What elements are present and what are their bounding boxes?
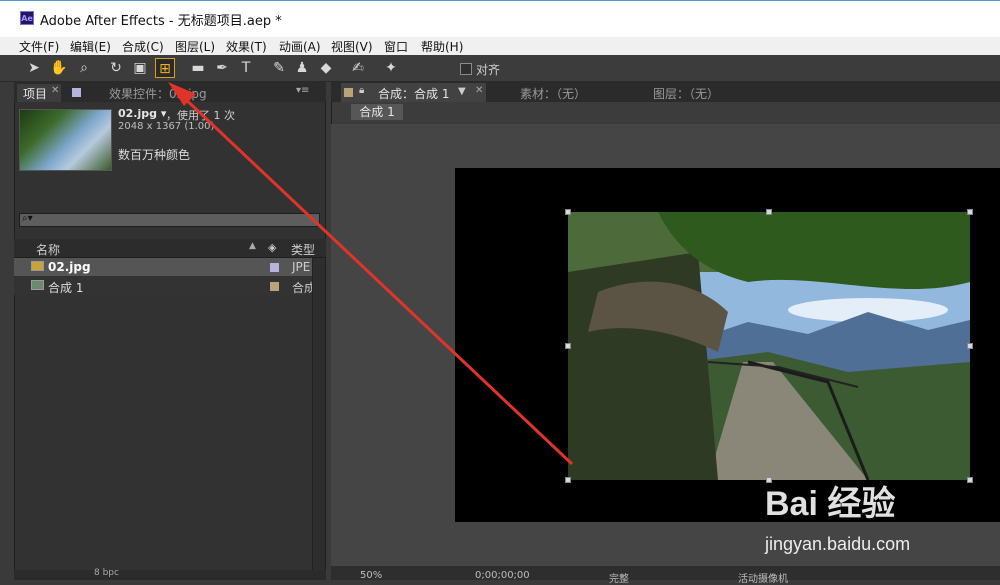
item-type: JPE: [292, 260, 311, 274]
rectangle-tool-icon[interactable]: ▬: [188, 58, 208, 78]
footage-file-icon: [31, 261, 44, 271]
label-color-swatch[interactable]: [270, 282, 279, 291]
search-icon[interactable]: ⌕▾: [22, 213, 33, 224]
label-tag-icon[interactable]: ◈: [268, 241, 276, 254]
bpc-label[interactable]: 8 bpc: [94, 568, 119, 578]
baidu-jingyan-watermark: Bai 经验: [765, 485, 896, 523]
pan-behind-tool-icon[interactable]: ⊞: [155, 58, 175, 78]
text-tool-icon[interactable]: T: [236, 58, 256, 78]
transform-handle[interactable]: [766, 209, 772, 215]
column-name-header[interactable]: 名称: [36, 241, 60, 258]
tab-footage-label[interactable]: 素材：（无）: [520, 85, 586, 102]
snap-label: 对齐: [476, 63, 501, 77]
menu-view[interactable]: 视图(V): [331, 38, 373, 55]
menu-bar: 文件(F) 编辑(E) 合成(C) 图层(L) 效果(T) 动画(A) 视图(V…: [0, 37, 1000, 55]
puppet-pin-tool-icon[interactable]: ✦: [381, 58, 401, 78]
zoom-tool-icon[interactable]: ⌕: [74, 58, 94, 78]
resolution-select[interactable]: 完整: [609, 570, 629, 585]
chevron-down-icon[interactable]: ▼: [458, 86, 466, 97]
menu-help[interactable]: 帮助(H): [421, 38, 463, 55]
eraser-tool-icon[interactable]: ◆: [316, 58, 336, 78]
brush-tool-icon[interactable]: ✎: [269, 58, 289, 78]
tab-layer-label[interactable]: 图层：（无）: [653, 85, 719, 102]
menu-animation[interactable]: 动画(A): [279, 38, 321, 55]
hand-tool-icon[interactable]: ✋: [49, 58, 69, 78]
comp-swatch-icon: [344, 88, 353, 97]
after-effects-logo-icon: Ae: [20, 11, 34, 25]
viewer-footer-bar: [331, 566, 1000, 580]
footage-name[interactable]: 02.jpg ▾: [118, 107, 166, 120]
item-name[interactable]: 合成 1: [48, 279, 83, 296]
menu-file[interactable]: 文件(F): [19, 38, 59, 55]
timecode-display[interactable]: 0;00;00;00: [475, 570, 530, 581]
composition-icon: [31, 280, 44, 290]
close-icon[interactable]: ✕: [51, 85, 59, 96]
tab-project-label[interactable]: 项目: [23, 85, 47, 102]
item-name[interactable]: 02.jpg: [48, 260, 91, 274]
panel-menu-icon[interactable]: ▾≡: [296, 85, 309, 96]
tab-composition-label[interactable]: 合成：合成 1: [378, 85, 449, 102]
transform-handle[interactable]: [967, 343, 973, 349]
menu-window[interactable]: 窗口: [384, 38, 408, 55]
project-search-input[interactable]: [19, 213, 320, 227]
rotation-tool-icon[interactable]: ↻: [106, 58, 126, 78]
footage-thumbnail: [19, 109, 112, 171]
lock-icon[interactable]: 🔒︎: [359, 85, 364, 96]
close-icon[interactable]: ✕: [475, 85, 483, 96]
project-scrollbar[interactable]: [312, 258, 325, 570]
footage-layer-image[interactable]: [568, 212, 970, 480]
project-footer: 8 bpc: [14, 568, 326, 580]
transform-handle[interactable]: [565, 343, 571, 349]
menu-edit[interactable]: 编辑(E): [70, 38, 111, 55]
camera-tool-icon[interactable]: ▣: [130, 58, 150, 78]
footage-color-depth: 数百万种颜色: [118, 148, 191, 162]
composition-navigator-tab[interactable]: 合成 1: [351, 104, 403, 120]
transform-handle[interactable]: [565, 477, 571, 483]
menu-composition[interactable]: 合成(C): [122, 38, 164, 55]
roto-brush-tool-icon[interactable]: ✍: [348, 58, 368, 78]
watermark-url: jingyan.baidu.com: [765, 534, 911, 554]
snap-checkbox[interactable]: [460, 63, 472, 75]
menu-layer[interactable]: 图层(L): [175, 38, 215, 55]
zoom-level-select[interactable]: 50%: [360, 570, 382, 581]
landscape-image: [568, 212, 970, 480]
project-list-header: [14, 239, 326, 258]
menu-effect[interactable]: 效果(T): [226, 38, 267, 55]
sort-ascending-icon[interactable]: ▲: [249, 241, 256, 251]
footage-dimensions: 2048 x 1367 (1.00): [118, 121, 215, 132]
transform-handle[interactable]: [967, 209, 973, 215]
selection-tool-icon[interactable]: ➤: [24, 58, 44, 78]
label-color-swatch[interactable]: [270, 263, 279, 272]
transform-handle[interactable]: [967, 477, 973, 483]
window-title: Adobe After Effects - 无标题项目.aep *: [40, 14, 282, 29]
pen-tool-icon[interactable]: ✒: [212, 58, 232, 78]
tab-effect-controls-label[interactable]: 效果控件：02.jpg: [109, 85, 207, 102]
column-type-header[interactable]: 类型: [291, 241, 315, 258]
camera-view-select[interactable]: 活动摄像机: [738, 570, 788, 585]
clone-stamp-tool-icon[interactable]: ♟: [292, 58, 312, 78]
effects-swatch-icon: [72, 88, 81, 97]
transform-handle[interactable]: [565, 209, 571, 215]
